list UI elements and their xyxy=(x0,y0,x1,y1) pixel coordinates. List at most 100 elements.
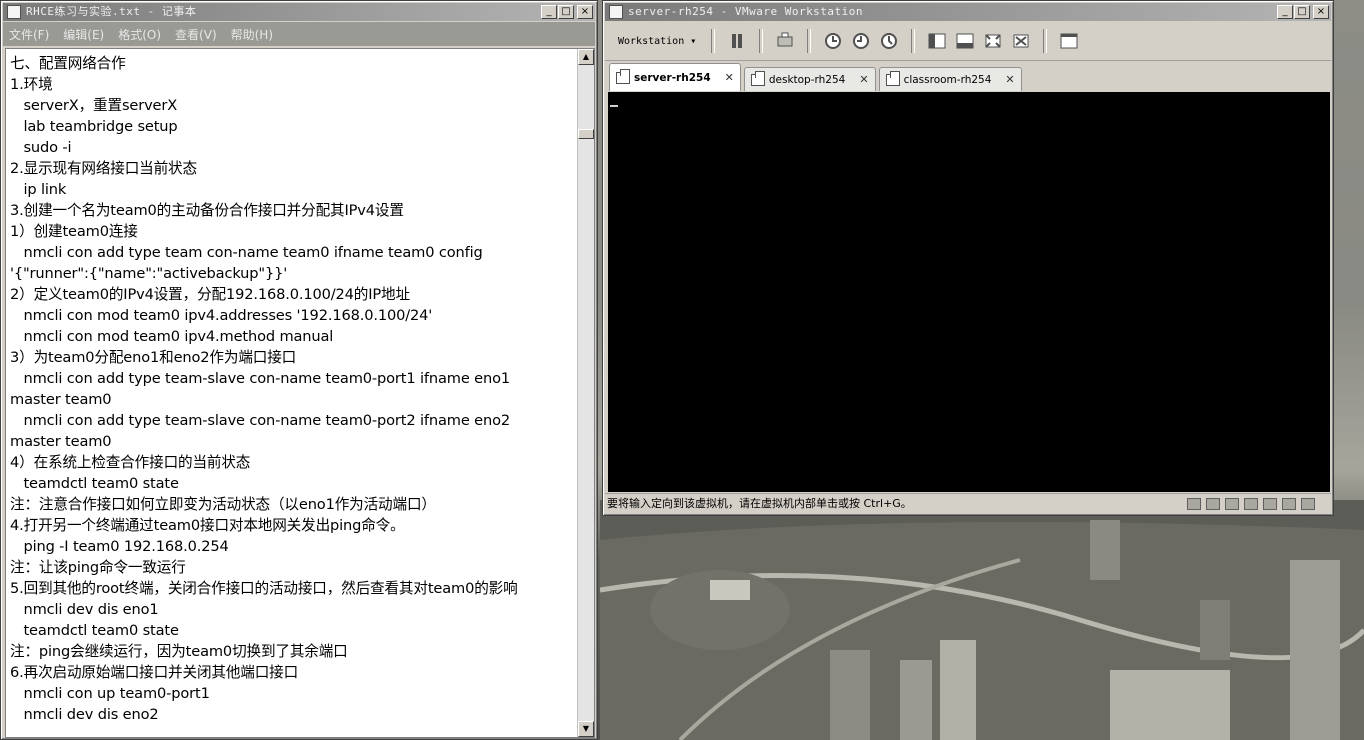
vmware-statusbar: 要将输入定向到该虚拟机，请在虚拟机内部单击或按 Ctrl+G。 xyxy=(605,493,1331,514)
workstation-menu[interactable]: Workstation ▾ xyxy=(611,32,703,51)
notepad-titlebar[interactable]: RHCE练习与实验.txt - 记事本 _ □ × xyxy=(3,3,595,21)
text-line: 七、配置网络合作 xyxy=(10,55,126,72)
text-line: nmcli dev dis eno2 xyxy=(10,706,159,723)
notepad-menubar: 文件(F) 编辑(E) 格式(O) 查看(V) 帮助(H) xyxy=(3,22,595,46)
revert-snapshot-icon[interactable] xyxy=(851,31,871,51)
text-line: teamdctl team0 state xyxy=(10,622,179,639)
vm-icon xyxy=(616,68,630,84)
close-button[interactable]: × xyxy=(577,5,593,19)
device-icons xyxy=(1187,498,1315,510)
vmware-app-icon[interactable] xyxy=(609,5,623,19)
vm-icon xyxy=(750,70,765,86)
vmware-title: server-rh254 - VMware Workstation xyxy=(628,5,864,18)
notepad-content[interactable]: 七、配置网络合作 1.环境 serverX，重置serverX lab teamb… xyxy=(10,53,574,737)
vm-tab[interactable]: classroom-rh254 ✕ xyxy=(878,67,1022,91)
text-line: 1.环境 xyxy=(10,76,53,93)
vm-tab-label: desktop-rh254 xyxy=(768,73,846,86)
text-line: 5.回到其他的root终端，关闭合作接口的活动接口，然后查看其对team0的影响 xyxy=(10,580,518,597)
text-line: 2）定义team0的IPv4设置，分配192.168.0.100/24的IP地址 xyxy=(10,286,410,303)
toolbar-separator xyxy=(1043,29,1048,53)
text-line: 4）在系统上检查合作接口的当前状态 xyxy=(10,454,251,471)
text-line: '{"runner":{"name":"activebackup"}}' xyxy=(10,265,288,282)
status-hint: 要将输入定向到该虚拟机，请在虚拟机内部单击或按 Ctrl+G。 xyxy=(607,497,912,510)
scroll-up-button[interactable]: ▲ xyxy=(578,49,594,65)
hard-disk-icon[interactable] xyxy=(1187,498,1201,510)
unity-icon[interactable] xyxy=(1011,31,1031,51)
console-view-icon[interactable] xyxy=(1059,31,1079,51)
maximize-button[interactable]: □ xyxy=(558,5,574,19)
text-line: sudo -i xyxy=(10,139,72,156)
message-icon[interactable] xyxy=(1301,498,1315,510)
text-line: nmcli con up team0-port1 xyxy=(10,685,210,702)
menu-format[interactable]: 格式(O) xyxy=(118,26,161,43)
text-line: 注：让该ping命令一致运行 xyxy=(10,559,186,576)
maximize-button[interactable]: □ xyxy=(1294,5,1310,19)
text-line: teamdctl team0 state xyxy=(10,475,179,492)
vertical-scrollbar[interactable]: ▲ ▼ xyxy=(577,49,594,737)
usb-icon[interactable] xyxy=(1244,498,1258,510)
toolbar-separator xyxy=(807,29,812,53)
text-line: master team0 xyxy=(10,391,112,408)
minimize-button[interactable]: _ xyxy=(1277,5,1293,19)
text-line: nmcli dev dis eno1 xyxy=(10,601,159,618)
show-library-icon[interactable] xyxy=(927,31,947,51)
vmware-titlebar[interactable]: server-rh254 - VMware Workstation _ □ × xyxy=(605,3,1331,21)
vm-tab-strip: server-rh254 ✕ desktop-rh254 ✕ classroom-rh2… xyxy=(607,62,1329,91)
text-line: 3.创建一个名为team0的主动备份合作接口并分配其IPv4设置 xyxy=(10,202,404,219)
vmware-window: server-rh254 - VMware Workstation _ □ × … xyxy=(602,0,1334,516)
text-line: 注：注意合作接口如何立即变为活动状态（以eno1作为活动端口） xyxy=(10,496,436,513)
text-line: 1）创建team0连接 xyxy=(10,223,138,240)
vmware-toolbar: Workstation ▾ xyxy=(605,22,1331,61)
thumbnail-bar-icon[interactable] xyxy=(955,31,975,51)
text-line: ip link xyxy=(10,181,67,198)
text-line: nmcli con add type team-slave con-name t… xyxy=(10,412,510,429)
text-line: lab teambridge setup xyxy=(10,118,178,135)
text-line: master team0 xyxy=(10,433,112,450)
minimize-button[interactable]: _ xyxy=(541,5,557,19)
toolbar-separator xyxy=(911,29,916,53)
full-screen-icon[interactable] xyxy=(983,31,1003,51)
text-line: 4.打开另一个终端通过team0接口对本地网关发出ping命令。 xyxy=(10,517,405,534)
vm-tab[interactable]: server-rh254 ✕ xyxy=(609,63,741,91)
menu-edit[interactable]: 编辑(E) xyxy=(63,26,104,43)
send-ctrl-alt-del-icon[interactable] xyxy=(775,31,795,51)
tab-close-icon[interactable]: ✕ xyxy=(1005,73,1014,86)
vm-tab-label: classroom-rh254 xyxy=(903,73,992,86)
text-line: nmcli con add type team-slave con-name t… xyxy=(10,370,510,387)
text-line: nmcli con mod team0 ipv4.method manual xyxy=(10,328,334,345)
text-line: 6.再次启动原始端口接口并关闭其他端口接口 xyxy=(10,664,299,681)
notepad-window: RHCE练习与实验.txt - 记事本 _ □ × 文件(F) 编辑(E) 格式… xyxy=(0,0,598,740)
cdrom-icon[interactable] xyxy=(1206,498,1220,510)
console-cursor xyxy=(610,105,618,107)
vm-tab[interactable]: desktop-rh254 ✕ xyxy=(743,67,876,91)
notepad-title: RHCE练习与实验.txt - 记事本 xyxy=(26,5,197,18)
menu-view[interactable]: 查看(V) xyxy=(175,26,217,43)
text-line: 2.显示现有网络接口当前状态 xyxy=(10,160,197,177)
scroll-thumb[interactable] xyxy=(578,129,594,139)
menu-help[interactable]: 帮助(H) xyxy=(231,26,273,43)
snapshot-icon[interactable] xyxy=(823,31,843,51)
text-line: ping -I team0 192.168.0.254 xyxy=(10,538,229,555)
toolbar-separator xyxy=(759,29,764,53)
text-line: nmcli con add type team con-name team0 i… xyxy=(10,244,483,261)
tab-close-icon[interactable]: ✕ xyxy=(859,73,868,86)
display-icon[interactable] xyxy=(1282,498,1296,510)
text-line: serverX，重置serverX xyxy=(10,97,178,114)
close-button[interactable]: × xyxy=(1313,5,1329,19)
vm-icon xyxy=(885,70,900,86)
scroll-down-button[interactable]: ▼ xyxy=(578,721,594,737)
notepad-app-icon[interactable] xyxy=(7,5,21,19)
tab-close-icon[interactable]: ✕ xyxy=(725,71,734,84)
menu-file[interactable]: 文件(F) xyxy=(9,26,49,43)
city-skyline-image xyxy=(600,500,1364,740)
notepad-text-area[interactable]: 七、配置网络合作 1.环境 serverX，重置serverX lab teamb… xyxy=(5,48,595,738)
vm-tab-label: server-rh254 xyxy=(634,71,711,84)
network-adapter-icon[interactable] xyxy=(1225,498,1239,510)
text-line: 3）为team0分配eno1和eno2作为端口接口 xyxy=(10,349,297,366)
pause-icon[interactable] xyxy=(727,31,747,51)
sound-icon[interactable] xyxy=(1263,498,1277,510)
text-line: 注：ping会继续运行，因为team0切换到了其余端口 xyxy=(10,643,348,660)
vm-console-screen[interactable] xyxy=(608,92,1330,492)
snapshot-manager-icon[interactable] xyxy=(879,31,899,51)
toolbar-separator xyxy=(711,29,716,53)
